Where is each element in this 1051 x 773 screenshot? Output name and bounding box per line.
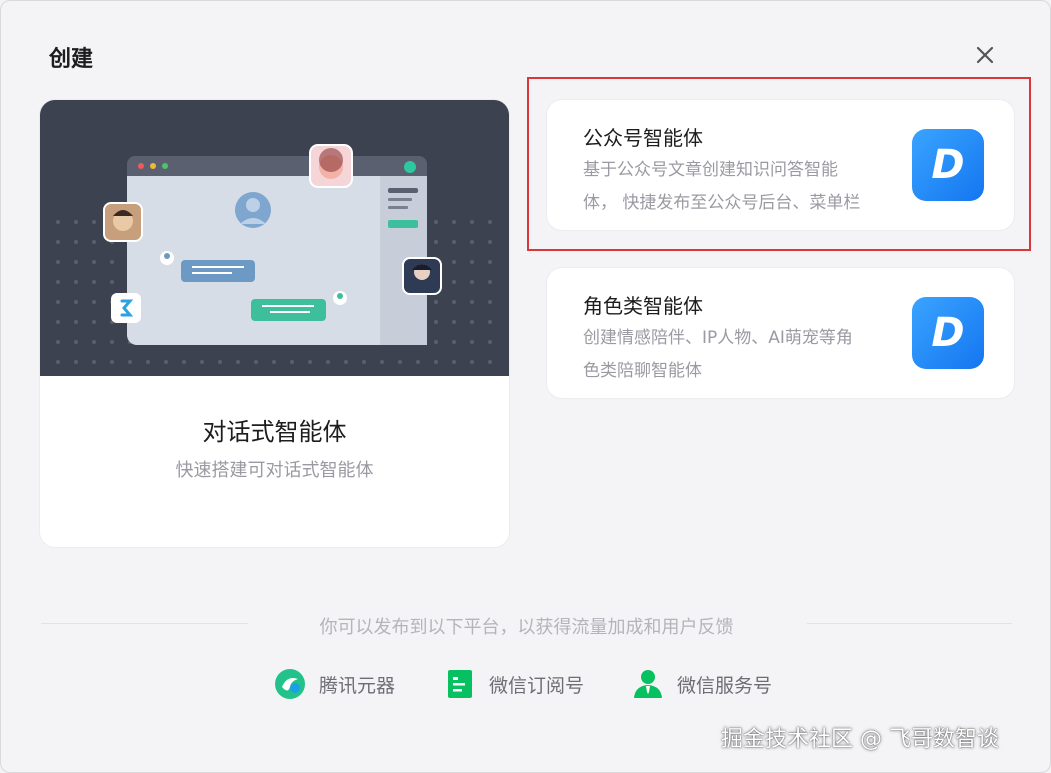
official-account-agent-card[interactable]: 公众号智能体 基于公众号文章创建知识问答智能 体， 快捷发布至公众号后台、菜单栏… xyxy=(546,99,1015,231)
yuanqi-logo-icon xyxy=(275,669,305,699)
platform-yuanqi[interactable]: 腾讯元器 xyxy=(273,666,395,702)
conversational-agent-card[interactable]: 对话式智能体 快速搭建可对话式智能体 xyxy=(39,99,510,548)
description-line: 体， 快捷发布至公众号后台、菜单栏 xyxy=(583,193,861,213)
platform-service-account[interactable]: 微信服务号 xyxy=(631,666,772,702)
description-line: 基于公众号文章创建知识问答智能 xyxy=(583,160,838,180)
card-description: 基于公众号文章创建知识问答智能 体， 快捷发布至公众号后台、菜单栏 xyxy=(583,154,883,220)
publish-platforms-note: 你可以发布到以下平台，以获得流量加成和用户反馈 xyxy=(319,617,734,638)
close-button[interactable] xyxy=(971,41,999,69)
app-logo-icon: D xyxy=(912,297,984,369)
service-account-icon xyxy=(634,670,662,698)
card-description: 创建情感陪伴、IP人物、AI萌宠等角 色类陪聊智能体 xyxy=(583,322,883,388)
dialog-title: 创建 xyxy=(49,47,94,72)
platform-label: 微信服务号 xyxy=(677,674,773,697)
platform-label: 微信订阅号 xyxy=(489,674,585,697)
platform-label: 腾讯元器 xyxy=(319,674,396,697)
close-icon xyxy=(976,46,994,64)
card-title: 公众号智能体 xyxy=(583,126,703,150)
description-line: 创建情感陪伴、IP人物、AI萌宠等角 xyxy=(583,328,853,348)
subscription-account-icon xyxy=(448,670,472,698)
logo-letter: D xyxy=(931,310,965,356)
app-logo-icon: D xyxy=(912,129,984,201)
platform-subscription-account[interactable]: 微信订阅号 xyxy=(443,666,584,702)
conversation-illustration xyxy=(40,100,509,376)
create-dialog: 创建 对话式智能体 快速搭建可对话式智能体 公众号智能体 基于公众号文章创建知识… xyxy=(0,0,1051,773)
role-agent-card[interactable]: 角色类智能体 创建情感陪伴、IP人物、AI萌宠等角 色类陪聊智能体 D xyxy=(546,267,1015,399)
card-subtitle: 快速搭建可对话式智能体 xyxy=(175,460,374,481)
description-line: 色类陪聊智能体 xyxy=(583,361,702,381)
card-title: 角色类智能体 xyxy=(583,294,703,318)
card-title: 对话式智能体 xyxy=(202,418,347,446)
logo-letter: D xyxy=(931,142,965,188)
watermark: 掘金技术社区 @ 飞哥数智谈 xyxy=(721,727,999,752)
